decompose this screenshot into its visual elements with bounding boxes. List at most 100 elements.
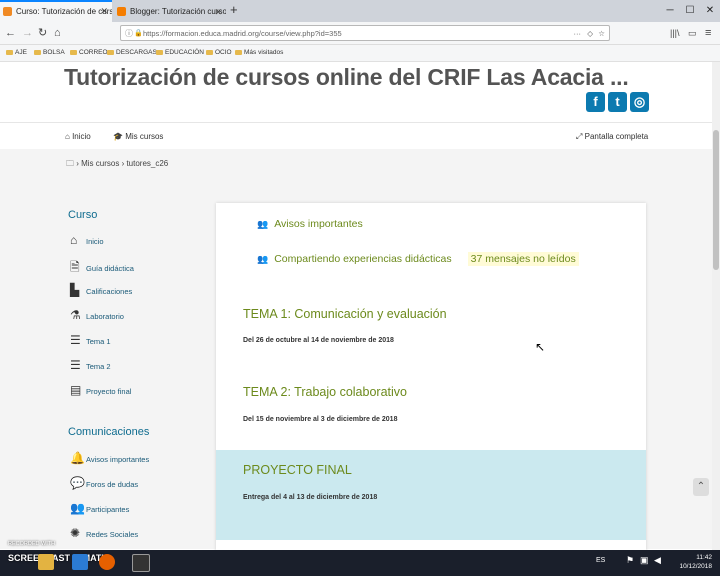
app-window-icon[interactable] (132, 554, 150, 572)
folder-icon[interactable]: 🗀 (66, 159, 74, 168)
sidebar-item-label: Foros de dudas (86, 480, 139, 489)
network-tray-icon[interactable]: ▣ (640, 555, 649, 566)
section-title-tema2[interactable]: TEMA 2: Trabajo colaborativo (243, 385, 407, 399)
mouse-cursor-icon: ↖ (535, 340, 546, 354)
bookmark-folder[interactable]: EDUCACIÓN (156, 45, 204, 61)
breadcrumb: 🗀 › Mis cursos › tutores_c26 (66, 159, 169, 168)
forum-icon: 👥 (257, 219, 269, 229)
twitter-icon[interactable]: t (608, 92, 627, 112)
sidebar-item-label: Participantes (86, 505, 130, 514)
home-icon: ⌂ (65, 132, 70, 141)
firefox-icon[interactable] (99, 554, 115, 570)
sidebar-item-participantes[interactable]: 👥Participantes (70, 501, 129, 515)
sidebar-item-proyecto[interactable]: ▤ Proyecto final (70, 383, 131, 397)
sidebar-item-label: Inicio (86, 237, 104, 246)
forum-experiencias[interactable]: 👥 Compartiendo experiencias didácticas 37 … (257, 252, 579, 266)
volume-icon[interactable]: ◀ (654, 555, 661, 566)
sidebar-item-label: Proyecto final (86, 387, 132, 396)
internet-explorer-icon[interactable] (72, 554, 88, 570)
section-title-tema1[interactable]: TEMA 1: Comunicación y evaluación (243, 307, 447, 321)
sidebar-item-label: Redes Sociales (86, 530, 139, 539)
bookmark-folder[interactable]: AJE (6, 45, 27, 61)
site-title[interactable]: Tutorización de cursos online del CRIF L… (64, 64, 629, 91)
chart-icon: ▙ (70, 283, 80, 297)
sidebar-item-guia[interactable]: 🗎 Guía didáctica (70, 258, 134, 279)
nav-home[interactable]: ⌂ Inicio (65, 132, 91, 141)
new-tab-button[interactable]: + (230, 2, 238, 17)
bookmark-most-visited[interactable]: Más visitados (235, 45, 283, 61)
section-title-proyecto[interactable]: PROYECTO FINAL (243, 463, 352, 477)
breadcrumb-item[interactable]: tutores_c26 (126, 159, 168, 168)
home-browser-icon[interactable]: ⌂ (54, 25, 61, 41)
forward-icon[interactable]: → (22, 25, 33, 41)
fullscreen-button[interactable]: ⤢ Pantalla completa (576, 132, 648, 142)
sidebar-item-label: Laboratorio (86, 312, 124, 321)
chat-icon: 💬 (70, 476, 85, 490)
bell-icon: 🔔 (70, 451, 85, 465)
list-icon: ☰ (70, 333, 81, 347)
bookmark-folder[interactable]: CORREO (70, 45, 108, 61)
bookmark-folder[interactable]: BOLSA (34, 45, 65, 61)
forum-label: Avisos importantes (274, 218, 363, 230)
file-explorer-icon[interactable] (38, 554, 54, 570)
sidebar-item-calificaciones[interactable]: ▙ Calificaciones (70, 283, 132, 297)
bookmark-star-icon[interactable]: ☆ (598, 26, 605, 42)
sidebar-item-label: Tema 2 (86, 362, 111, 371)
reload-icon[interactable]: ↻ (38, 25, 47, 41)
screencast-watermark: SCREENCAST ⊙ MATIC (8, 553, 110, 564)
unread-badge[interactable]: 37 mensajes no leídos (467, 252, 579, 266)
tab-curso[interactable]: Curso: Tutorización de cursos ✕ (0, 0, 112, 22)
clock-date: 10/12/2018 (679, 563, 712, 570)
url-bar[interactable]: ⓘ 🔒 https://formacion.educa.madrid.org/c… (120, 25, 610, 41)
minimize-icon[interactable]: ─ (660, 0, 680, 22)
sidebar-item-label: Calificaciones (86, 287, 133, 296)
language-indicator[interactable]: ES (596, 557, 605, 564)
library-icon[interactable]: |||\ (670, 25, 680, 41)
flask-icon: ⚗ (70, 308, 81, 322)
bookmark-folder[interactable]: OCIO (206, 45, 232, 61)
sidebar-toggle-icon[interactable]: ▭ (688, 25, 697, 41)
section-date-proyecto: Entrega del 4 al 13 de diciembre de 2018 (243, 494, 378, 501)
back-icon[interactable]: ← (5, 25, 16, 41)
scrollbar-thumb[interactable] (713, 130, 719, 270)
sidebar-heading-curso: Curso (68, 209, 98, 221)
nav-my-courses[interactable]: 🎓 Mis cursos (113, 132, 163, 141)
sidebar-item-foros[interactable]: 💬Foros de dudas (70, 476, 138, 490)
sidebar-item-avisos[interactable]: 🔔Avisos importantes (70, 451, 149, 465)
facebook-icon[interactable]: f (586, 92, 605, 112)
expand-icon: ⤢ (576, 132, 583, 141)
home-icon: ⌂ (70, 233, 78, 247)
instagram-icon[interactable]: ◎ (630, 92, 649, 112)
info-icon[interactable]: ⓘ (125, 26, 133, 42)
back-to-top-button[interactable]: ⌃ (693, 478, 709, 496)
sidebar-item-tema1[interactable]: ☰ Tema 1 (70, 333, 111, 347)
recorded-with-label: RECORDED WITH (8, 541, 56, 547)
tab-blogger[interactable]: Blogger: Tutorización cursos o ✕ (114, 2, 226, 22)
document-icon: 🗎 (70, 260, 80, 274)
sidebar-item-laboratorio[interactable]: ⚗ Laboratorio (70, 308, 124, 322)
sidebar-item-redes[interactable]: ✺ Redes Sociales (70, 526, 138, 540)
sidebar-heading-comunicaciones: Comunicaciones (68, 426, 150, 438)
users-icon: 👥 (70, 501, 85, 515)
taskbar-clock[interactable]: 11:42 10/12/2018 (679, 553, 712, 571)
lock-icon: 🔒 (134, 30, 143, 37)
tab-title: Blogger: Tutorización cursos o (130, 7, 226, 16)
page-actions-icon[interactable]: ··· (574, 26, 582, 42)
forum-avisos[interactable]: 👥 Avisos importantes (257, 218, 363, 230)
blogger-favicon-icon (117, 7, 126, 16)
sidebar-item-inicio[interactable]: ⌂ Inicio (70, 233, 104, 247)
sidebar-item-tema2[interactable]: ☰ Tema 2 (70, 358, 111, 372)
menu-icon[interactable]: ≡ (705, 25, 711, 41)
close-window-icon[interactable]: ✕ (700, 0, 720, 22)
close-tab-icon[interactable]: ✕ (100, 2, 108, 21)
bookmark-folder[interactable]: DESCARGAS (107, 45, 157, 61)
bookmarks-bar: AJE BOLSA CORREO DESCARGAS EDUCACIÓN OCI… (0, 45, 720, 62)
close-tab-icon[interactable]: ✕ (214, 2, 222, 22)
graduation-cap-icon: 🎓 (113, 132, 123, 141)
pocket-icon[interactable]: ◇ (587, 26, 593, 42)
breadcrumb-item[interactable]: Mis cursos (81, 159, 119, 168)
flag-icon[interactable]: ⚑ (626, 555, 634, 566)
forum-icon: 👥 (257, 254, 269, 264)
section-date-tema1: Del 26 de octubre al 14 de noviembre de … (243, 337, 394, 344)
maximize-icon[interactable]: ☐ (680, 0, 700, 22)
